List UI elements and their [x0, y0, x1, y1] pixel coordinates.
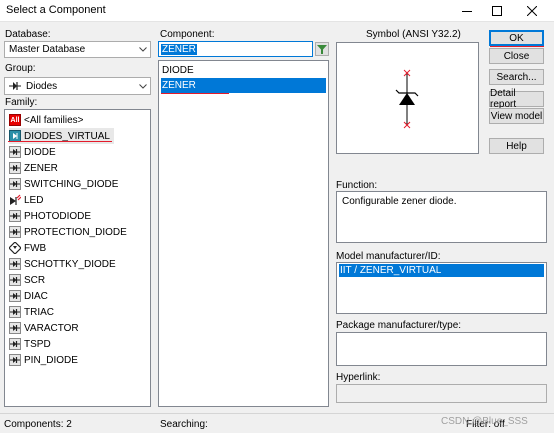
led-icon — [9, 194, 21, 206]
title-bar: Select a Component — [0, 0, 554, 22]
list-item-selected[interactable]: ZENER — [161, 78, 326, 93]
family-item-label: SWITCHING_DIODE — [24, 178, 119, 190]
close-window-button[interactable] — [515, 0, 549, 22]
bridge-rectifier-icon — [9, 242, 21, 254]
diac-icon — [9, 290, 21, 302]
watermark: CSDN @Blue_SSS — [441, 416, 528, 427]
filter-button[interactable] — [315, 42, 329, 56]
photodiode-icon — [9, 210, 21, 222]
hyperlink-field[interactable] — [336, 384, 547, 403]
components-count: Components: 2 — [4, 419, 72, 430]
chevron-down-icon — [136, 83, 150, 89]
package-label: Package manufacturer/type: — [336, 320, 462, 331]
searching-status: Searching: — [160, 419, 208, 430]
function-description: Configurable zener diode. — [342, 196, 457, 207]
list-item[interactable]: TSPD — [9, 336, 55, 352]
symbol-label: Symbol (ANSI Y32.2) — [366, 29, 461, 40]
chevron-down-icon — [136, 47, 150, 52]
minimize-button[interactable] — [450, 0, 484, 22]
package-box — [336, 332, 547, 366]
family-item-label: FWB — [24, 242, 47, 254]
schottky-diode-icon — [9, 258, 21, 270]
list-item[interactable]: SWITCHING_DIODE — [9, 176, 122, 192]
family-label: Family: — [5, 97, 38, 108]
all-icon: All — [9, 114, 21, 126]
triac-icon — [9, 306, 21, 318]
component-search-input[interactable]: ZENER — [158, 41, 313, 57]
list-item[interactable]: DIODE — [9, 144, 60, 160]
zener-diode-symbol — [395, 69, 419, 129]
list-item[interactable]: FWB — [9, 240, 50, 256]
list-item[interactable]: VARACTOR — [9, 320, 83, 336]
close-icon — [527, 6, 537, 16]
symbol-preview — [336, 42, 479, 154]
minimize-icon — [462, 11, 472, 12]
function-text-box: Configurable zener diode. — [336, 191, 547, 243]
list-item[interactable]: SCR — [9, 272, 49, 288]
help-button[interactable]: Help — [489, 138, 544, 154]
family-item-label: SCHOTTKY_DIODE — [24, 258, 116, 270]
family-item-label: PHOTODIODE — [24, 210, 92, 222]
family-item-label: LED — [24, 194, 44, 206]
family-item-label: ZENER — [24, 162, 58, 174]
family-item-label: TSPD — [24, 338, 51, 350]
list-item[interactable]: DIODE — [161, 63, 326, 78]
window-title: Select a Component — [6, 4, 106, 16]
group-select[interactable]: Diodes — [4, 77, 151, 95]
family-item-label: VARACTOR — [24, 322, 79, 334]
status-bar: Components: 2 Searching: Filter: off CSD… — [0, 413, 554, 433]
detail-report-button[interactable]: Detail report — [489, 88, 544, 110]
annotation-underline — [161, 93, 229, 94]
search-button[interactable]: Search... — [489, 69, 544, 85]
component-list[interactable]: DIODE ZENER — [158, 60, 329, 407]
database-value: Master Database — [9, 44, 86, 55]
family-item-label: SCR — [24, 274, 46, 286]
list-item[interactable]: ZENER — [9, 160, 62, 176]
list-item[interactable]: All <All families> — [9, 112, 87, 128]
family-item-label: PIN_DIODE — [24, 354, 78, 366]
family-item-label: DIAC — [24, 290, 48, 302]
annotation-underline — [8, 141, 112, 142]
list-item[interactable]: DIAC — [9, 288, 52, 304]
varactor-icon — [9, 322, 21, 334]
family-list[interactable]: All <All families> DIODES_VIRTUAL DIODE ZENE… — [4, 109, 151, 407]
list-item[interactable]: PROTECTION_DIODE — [9, 224, 131, 240]
list-item[interactable]: PHOTODIODE — [9, 208, 95, 224]
close-button[interactable]: Close — [489, 48, 544, 64]
database-label: Database: — [5, 29, 51, 40]
list-item[interactable]: LED — [9, 192, 47, 208]
component-label: Component: — [160, 29, 215, 40]
maximize-button[interactable] — [480, 0, 514, 22]
view-model-button[interactable]: View model — [489, 108, 544, 124]
filter-icon — [317, 44, 327, 54]
group-label: Group: — [5, 63, 36, 74]
function-label: Function: — [336, 180, 378, 191]
list-item-selected[interactable]: IIT / ZENER_VIRTUAL — [339, 264, 544, 277]
list-item[interactable]: SCHOTTKY_DIODE — [9, 256, 120, 272]
pin-diode-icon — [9, 354, 21, 366]
group-value: Diodes — [26, 80, 58, 92]
diode-group-icon — [8, 80, 22, 92]
family-item-label: <All families> — [24, 114, 84, 126]
hyperlink-label: Hyperlink: — [336, 372, 381, 383]
family-item-label: PROTECTION_DIODE — [24, 226, 127, 238]
zener-icon — [9, 162, 21, 174]
tspd-icon — [9, 338, 21, 350]
scr-icon — [9, 274, 21, 286]
diode-icon — [9, 146, 21, 158]
list-item[interactable]: PIN_DIODE — [9, 352, 82, 368]
switching-diode-icon — [9, 178, 21, 190]
family-item-label: DIODES_VIRTUAL — [24, 130, 110, 142]
annotation-underline — [490, 46, 544, 47]
family-item-label: DIODE — [24, 146, 56, 158]
model-list[interactable]: IIT / ZENER_VIRTUAL — [336, 262, 547, 314]
list-item[interactable]: TRIAC — [9, 304, 58, 320]
protection-diode-icon — [9, 226, 21, 238]
database-select[interactable]: Master Database — [4, 41, 151, 58]
ok-button[interactable]: OK — [489, 30, 544, 46]
component-input-value: ZENER — [161, 44, 197, 55]
model-label: Model manufacturer/ID: — [336, 251, 441, 262]
maximize-icon — [492, 6, 502, 16]
family-item-label: TRIAC — [24, 306, 54, 318]
